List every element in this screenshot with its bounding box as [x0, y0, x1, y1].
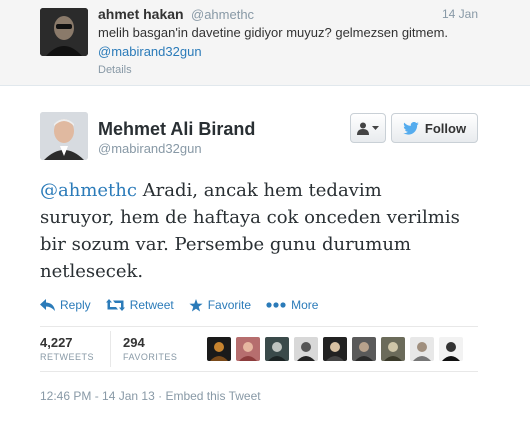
favoriter-avatar[interactable]: [352, 337, 376, 361]
favoriter-avatar[interactable]: [207, 337, 231, 361]
more-button[interactable]: More: [266, 298, 318, 312]
follow-label: Follow: [424, 120, 467, 136]
ellipsis-icon: [266, 302, 286, 308]
favorites-stat[interactable]: 294 FAVORITES: [123, 335, 177, 362]
favoriter-avatar[interactable]: [410, 337, 434, 361]
author-handle[interactable]: @mabirand32gun: [98, 141, 202, 156]
reply-author-name[interactable]: ahmet hakan: [98, 6, 184, 22]
reply-avatar[interactable]: [40, 8, 88, 56]
favoriter-avatar-image: [236, 337, 260, 361]
favoriter-avatar[interactable]: [294, 337, 318, 361]
reply-timestamp[interactable]: 14 Jan: [442, 7, 478, 21]
favoriter-avatar[interactable]: [236, 337, 260, 361]
twitter-bird-icon: [403, 121, 419, 135]
favoriters-avatars: [207, 337, 463, 361]
favoriter-avatar[interactable]: [323, 337, 347, 361]
retweet-icon: [105, 299, 125, 311]
retweet-label: Retweet: [129, 298, 174, 312]
tweet-mention-link[interactable]: @ahmethc: [40, 180, 137, 201]
favoriter-avatar-image: [410, 337, 434, 361]
favorites-label: FAVORITES: [123, 352, 178, 362]
favoriter-avatar-image: [323, 337, 347, 361]
follow-button[interactable]: Follow: [391, 113, 478, 143]
author-avatar-image: [40, 112, 88, 160]
retweets-count: 4,227: [40, 335, 73, 350]
reply-button[interactable]: Reply: [40, 298, 91, 312]
favorites-count: 294: [123, 335, 145, 350]
retweets-label: RETWEETS: [40, 352, 95, 362]
reply-author-handle[interactable]: @ahmethc: [191, 7, 254, 22]
author-name[interactable]: Mehmet Ali Birand: [98, 119, 255, 140]
more-label: More: [291, 298, 319, 312]
favoriter-avatar-image: [381, 337, 405, 361]
tweet-footer: 12:46 PM - 14 Jan 13 · Embed this Tweet: [40, 389, 261, 403]
favoriter-avatar-image: [352, 337, 376, 361]
favoriter-avatar-image: [439, 337, 463, 361]
tweet-actions: Reply Retweet Favorite More: [40, 295, 333, 315]
reply-details-link[interactable]: Details: [98, 64, 132, 76]
favorite-label: Favorite: [207, 298, 252, 312]
favoriter-avatar-image: [265, 337, 289, 361]
favoriter-avatar[interactable]: [265, 337, 289, 361]
stat-divider: [110, 331, 111, 367]
reply-arrow-icon: [40, 299, 55, 311]
reply-text: melih basgan'in davetine gidiyor muyuz? …: [98, 25, 449, 40]
favorite-button[interactable]: Favorite: [189, 298, 251, 312]
tweet-text: @ahmethc Aradi, ancak hem tedavim suruyo…: [40, 177, 460, 285]
user-icon: [357, 122, 369, 135]
caret-down-icon: [372, 126, 379, 130]
retweet-button[interactable]: Retweet: [105, 298, 174, 312]
reply-avatar-image: [40, 8, 88, 56]
main-tweet: Mehmet Ali Birand @mabirand32gun Follow …: [0, 87, 530, 436]
embed-tweet-link[interactable]: Embed this Tweet: [165, 389, 260, 403]
user-actions-dropdown-button[interactable]: [350, 113, 386, 143]
favoriter-avatar[interactable]: [381, 337, 405, 361]
star-icon: [189, 298, 203, 311]
favoriter-avatar-image: [294, 337, 318, 361]
footer-separator: ·: [158, 389, 163, 403]
reply-tweet[interactable]: ahmet hakan @ahmethc 14 Jan melih basgan…: [0, 0, 530, 86]
retweets-stat[interactable]: 4,227 RETWEETS: [40, 335, 94, 362]
author-avatar[interactable]: [40, 112, 88, 160]
favoriter-avatar[interactable]: [439, 337, 463, 361]
reply-label: Reply: [60, 298, 91, 312]
tweet-timestamp[interactable]: 12:46 PM - 14 Jan 13: [40, 389, 155, 403]
favoriter-avatar-image: [207, 337, 231, 361]
tweet-stats: 4,227 RETWEETS 294 FAVORITES: [40, 326, 478, 372]
reply-mention-link[interactable]: @mabirand32gun: [98, 44, 202, 59]
